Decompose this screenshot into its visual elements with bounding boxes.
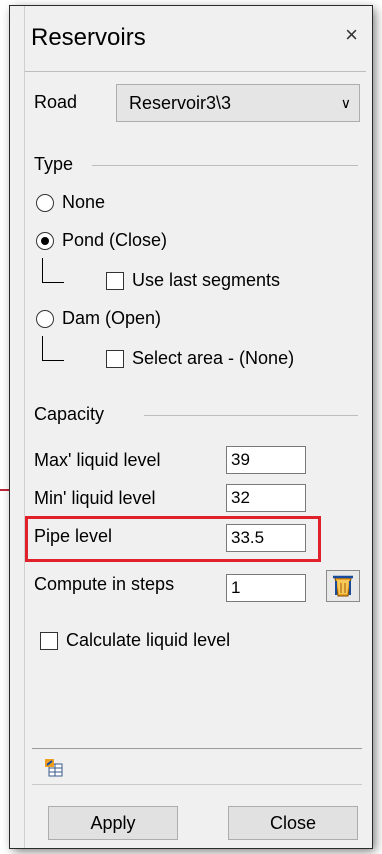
max-liquid-level-label: Max' liquid level — [34, 450, 161, 470]
calculate-liquid-level-checkbox[interactable] — [40, 632, 58, 650]
road-select[interactable]: Reservoir3\3 ∨ — [116, 84, 360, 122]
type-group-label: Type — [34, 154, 74, 174]
capacity-group-line — [144, 415, 358, 416]
use-last-segments-checkbox[interactable] — [106, 272, 124, 290]
calculate-liquid-level-label[interactable]: Calculate liquid level — [66, 630, 230, 651]
select-area-label[interactable]: Select area - (None) — [132, 348, 294, 369]
max-liquid-level-input[interactable]: 39 — [226, 446, 306, 474]
capacity-group-label: Capacity — [34, 404, 105, 424]
radio-none-label[interactable]: None — [62, 192, 105, 213]
tree-connector — [42, 336, 43, 360]
chevron-down-icon: ∨ — [340, 95, 351, 111]
road-label: Road — [34, 92, 78, 112]
button-divider — [32, 784, 362, 785]
bucket-icon — [333, 575, 353, 597]
type-group-line — [92, 165, 358, 166]
pipe-level-highlight — [25, 516, 321, 562]
export-table-icon — [45, 759, 63, 777]
tree-connector — [42, 258, 43, 282]
panel-body — [24, 6, 372, 848]
apply-button[interactable]: Apply — [48, 806, 178, 840]
radio-none[interactable] — [36, 194, 54, 212]
close-button[interactable]: Close — [228, 806, 358, 840]
compute-button[interactable] — [326, 570, 360, 602]
close-icon[interactable]: × — [345, 22, 358, 48]
use-last-segments-label[interactable]: Use last segments — [132, 270, 280, 291]
compute-in-steps-input[interactable]: 1 — [226, 574, 306, 602]
tree-connector — [42, 360, 64, 361]
select-area-checkbox[interactable] — [106, 350, 124, 368]
radio-pond-label[interactable]: Pond (Close) — [62, 230, 167, 251]
export-table-button[interactable] — [44, 758, 64, 778]
compute-in-steps-label: Compute in steps — [34, 574, 175, 594]
tree-connector — [42, 282, 64, 283]
min-liquid-level-input[interactable]: 32 — [226, 484, 306, 512]
reservoirs-panel: Reservoirs × Road Reservoir3\3 ∨ Type No… — [10, 6, 372, 848]
bottom-divider — [32, 748, 362, 749]
road-selected-value: Reservoir3\3 — [129, 93, 232, 113]
radio-dam-label[interactable]: Dam (Open) — [62, 308, 161, 329]
radio-pond[interactable] — [36, 232, 54, 250]
panel-title: Reservoirs — [31, 24, 146, 51]
min-liquid-level-label: Min' liquid level — [34, 488, 156, 508]
title-divider — [25, 71, 366, 72]
radio-dam[interactable] — [36, 310, 54, 328]
